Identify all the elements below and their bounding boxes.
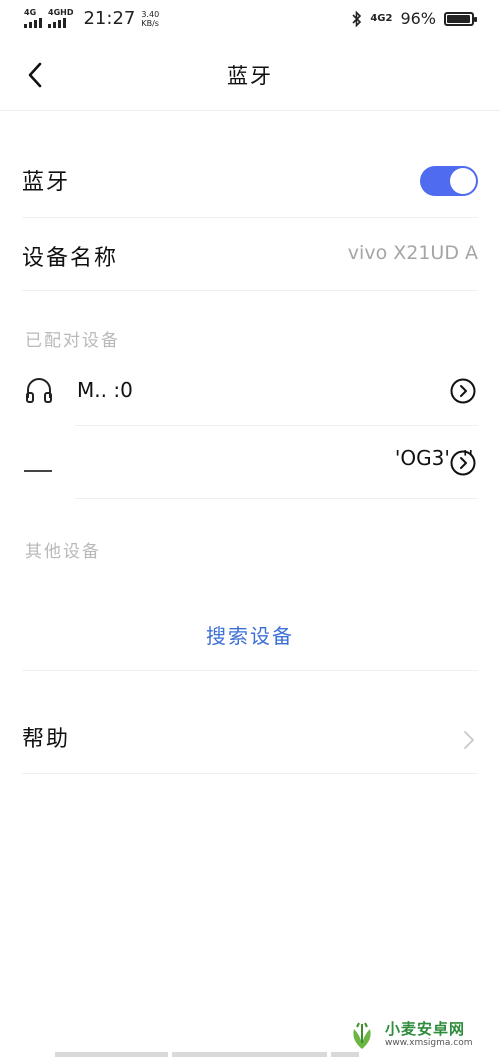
- nav-bar-segment: [172, 1052, 327, 1057]
- bluetooth-row[interactable]: 蓝牙: [22, 150, 478, 210]
- search-devices-button[interactable]: 搜索设备: [0, 620, 500, 649]
- other-devices-header: 其他设备: [25, 542, 101, 562]
- network-type-2: 4GHD: [48, 8, 74, 17]
- bluetooth-status-icon: [352, 10, 362, 27]
- speed-value: 3.40: [141, 9, 160, 19]
- divider: [22, 773, 478, 774]
- signal-4ghd-icon: 4GHD: [48, 9, 73, 28]
- paired-device-name: M.. :0: [77, 378, 133, 402]
- nav-bar-segment: [55, 1052, 168, 1057]
- headphones-icon: [26, 378, 52, 403]
- divider: [22, 217, 478, 218]
- device-details-icon[interactable]: [450, 378, 476, 404]
- paired-device-name: 'OG3' '': [77, 446, 474, 470]
- speed-unit: KB/s: [141, 18, 159, 28]
- watermark-name: 小麦安卓网: [385, 1020, 466, 1038]
- clock: 21:27: [83, 8, 136, 29]
- nav-bar-segment: [331, 1052, 359, 1057]
- watermark: 小麦安卓网 www.xmsigma.com: [345, 1018, 495, 1054]
- network-type-1: 4G: [24, 8, 37, 17]
- watermark-logo-icon: [353, 1022, 371, 1049]
- bluetooth-toggle[interactable]: [420, 166, 478, 196]
- paired-devices-header: 已配对设备: [25, 331, 120, 351]
- help-row[interactable]: 帮助: [22, 705, 478, 765]
- battery-icon: [444, 11, 477, 26]
- status-bar: 4G 4GHD 21:27 3.40 KB/s 4G2 96%: [0, 0, 500, 38]
- watermark-url: www.xmsigma.com: [385, 1038, 473, 1048]
- divider: [75, 425, 478, 426]
- header: 蓝牙: [0, 40, 500, 111]
- toggle-knob: [450, 168, 476, 194]
- help-label: 帮助: [22, 727, 71, 752]
- divider: [75, 498, 478, 499]
- device-details-icon[interactable]: [450, 450, 476, 476]
- page-title: 蓝牙: [227, 64, 273, 88]
- battery-percent: 96%: [400, 9, 436, 28]
- divider: [22, 290, 478, 291]
- paired-device-item[interactable]: M.. :0: [22, 360, 478, 422]
- network-speed: 3.40 KB/s: [141, 10, 159, 28]
- chevron-right-icon: [464, 731, 474, 749]
- network-type-3: 4G2: [370, 13, 393, 24]
- device-name-label: 设备名称: [22, 246, 119, 271]
- signal-4g-icon: 4G: [24, 9, 42, 28]
- paired-device-item[interactable]: 'OG3' '': [22, 430, 478, 496]
- bluetooth-label: 蓝牙: [22, 170, 71, 195]
- device-icon: [24, 470, 52, 472]
- device-name-value: vivo X21UD A: [347, 242, 478, 264]
- device-name-row[interactable]: 设备名称 vivo X21UD A: [22, 222, 478, 288]
- divider: [22, 670, 478, 671]
